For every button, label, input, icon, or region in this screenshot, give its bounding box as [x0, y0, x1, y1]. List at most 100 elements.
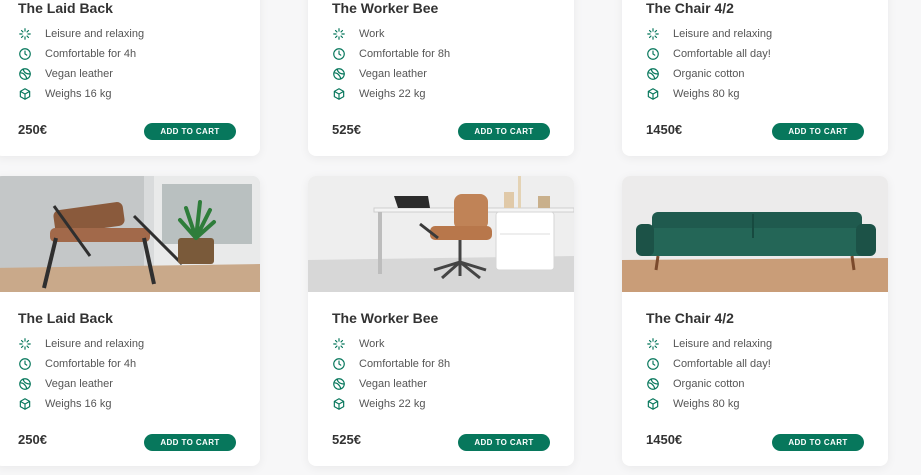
feature-item: Weighs 16 kg	[18, 84, 144, 104]
product-price: 525€	[332, 432, 361, 447]
feature-item: Vegan leather	[18, 374, 144, 394]
product-card: The Laid Back Leisure and relaxing Comfo…	[0, 0, 260, 156]
feature-text: Comfortable all day!	[673, 358, 771, 370]
feature-list: Leisure and relaxing Comfortable all day…	[646, 334, 772, 414]
add-to-cart-button[interactable]: ADD TO CART	[144, 434, 236, 451]
product-price: 1450€	[646, 122, 683, 137]
feature-text: Weighs 80 kg	[673, 398, 740, 410]
product-title: The Laid Back	[18, 310, 113, 326]
feature-text: Comfortable for 4h	[45, 358, 137, 370]
add-to-cart-button[interactable]: ADD TO CART	[772, 434, 864, 451]
leaf-icon	[18, 67, 32, 81]
feature-text: Organic cotton	[673, 378, 745, 390]
activity-icon	[332, 27, 346, 41]
feature-item: Weighs 80 kg	[646, 84, 772, 104]
add-to-cart-button[interactable]: ADD TO CART	[458, 434, 550, 451]
feature-text: Weighs 16 kg	[45, 88, 112, 100]
activity-icon	[18, 27, 32, 41]
product-card: The Worker Bee Work Comfortable for 8h V…	[308, 176, 574, 466]
box-icon	[646, 87, 660, 101]
product-price: 525€	[332, 122, 361, 137]
product-card: The Laid Back Leisure and relaxing Comfo…	[0, 176, 260, 466]
feature-text: Organic cotton	[673, 68, 745, 80]
box-icon	[332, 87, 346, 101]
box-icon	[332, 397, 346, 411]
product-title: The Laid Back	[18, 0, 113, 16]
feature-item: Comfortable for 8h	[332, 354, 450, 374]
feature-text: Weighs 80 kg	[673, 88, 740, 100]
feature-item: Comfortable all day!	[646, 44, 772, 64]
feature-item: Work	[332, 334, 450, 354]
product-card: The Worker Bee Work Comfortable for 8h V…	[308, 0, 574, 156]
feature-item: Comfortable for 8h	[332, 44, 450, 64]
feature-text: Work	[359, 338, 385, 350]
feature-text: Comfortable all day!	[673, 48, 771, 60]
clock-icon	[18, 357, 32, 371]
product-title: The Chair 4/2	[646, 310, 734, 326]
activity-icon	[646, 337, 660, 351]
product-title: The Worker Bee	[332, 310, 439, 326]
feature-item: Vegan leather	[332, 64, 450, 84]
feature-item: Weighs 22 kg	[332, 84, 450, 104]
product-price: 1450€	[646, 432, 683, 447]
feature-text: Vegan leather	[359, 378, 427, 390]
feature-item: Comfortable all day!	[646, 354, 772, 374]
feature-text: Vegan leather	[45, 378, 113, 390]
clock-icon	[646, 47, 660, 61]
activity-icon	[332, 337, 346, 351]
leaf-icon	[646, 67, 660, 81]
add-to-cart-button[interactable]: ADD TO CART	[772, 123, 864, 140]
add-to-cart-button[interactable]: ADD TO CART	[458, 123, 550, 140]
leaf-icon	[18, 377, 32, 391]
feature-text: Comfortable for 8h	[359, 48, 451, 60]
product-price: 250€	[18, 432, 47, 447]
feature-item: Leisure and relaxing	[18, 334, 144, 354]
feature-text: Vegan leather	[359, 68, 427, 80]
activity-icon	[18, 337, 32, 351]
feature-item: Leisure and relaxing	[646, 24, 772, 44]
feature-list: Leisure and relaxing Comfortable for 4h …	[18, 24, 144, 104]
feature-list: Work Comfortable for 8h Vegan leather We…	[332, 24, 450, 104]
feature-text: Leisure and relaxing	[673, 28, 773, 40]
clock-icon	[332, 47, 346, 61]
product-price: 250€	[18, 122, 47, 137]
box-icon	[18, 397, 32, 411]
feature-item: Organic cotton	[646, 374, 772, 394]
product-image-armchair[interactable]	[0, 176, 260, 292]
activity-icon	[646, 27, 660, 41]
feature-item: Organic cotton	[646, 64, 772, 84]
feature-text: Vegan leather	[45, 68, 113, 80]
product-card: The Chair 4/2 Leisure and relaxing Comfo…	[622, 176, 888, 466]
product-title: The Worker Bee	[332, 0, 439, 16]
feature-item: Comfortable for 4h	[18, 44, 144, 64]
feature-text: Comfortable for 4h	[45, 48, 137, 60]
clock-icon	[332, 357, 346, 371]
product-card: The Chair 4/2 Leisure and relaxing Comfo…	[622, 0, 888, 156]
feature-text: Weighs 16 kg	[45, 398, 112, 410]
feature-list: Leisure and relaxing Comfortable all day…	[646, 24, 772, 104]
feature-item: Leisure and relaxing	[18, 24, 144, 44]
box-icon	[646, 397, 660, 411]
leaf-icon	[646, 377, 660, 391]
feature-item: Vegan leather	[332, 374, 450, 394]
feature-item: Weighs 80 kg	[646, 394, 772, 414]
product-image-office-chair[interactable]	[308, 176, 574, 292]
feature-text: Leisure and relaxing	[673, 338, 773, 350]
feature-item: Weighs 16 kg	[18, 394, 144, 414]
feature-item: Work	[332, 24, 450, 44]
feature-text: Work	[359, 28, 385, 40]
product-image-sofa[interactable]	[622, 176, 888, 292]
feature-text: Leisure and relaxing	[45, 28, 145, 40]
clock-icon	[18, 47, 32, 61]
leaf-icon	[332, 67, 346, 81]
feature-text: Weighs 22 kg	[359, 398, 426, 410]
feature-list: Leisure and relaxing Comfortable for 4h …	[18, 334, 144, 414]
product-title: The Chair 4/2	[646, 0, 734, 16]
feature-text: Leisure and relaxing	[45, 338, 145, 350]
feature-list: Work Comfortable for 8h Vegan leather We…	[332, 334, 450, 414]
add-to-cart-button[interactable]: ADD TO CART	[144, 123, 236, 140]
feature-text: Weighs 22 kg	[359, 88, 426, 100]
feature-item: Comfortable for 4h	[18, 354, 144, 374]
feature-item: Leisure and relaxing	[646, 334, 772, 354]
feature-item: Vegan leather	[18, 64, 144, 84]
